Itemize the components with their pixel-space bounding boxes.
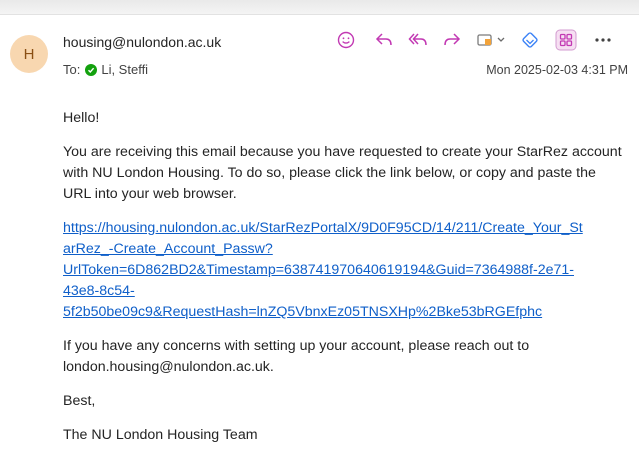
link-line[interactable]: https://housing.nulondon.ac.uk/StarRezPo… — [63, 220, 583, 236]
sender-address[interactable]: housing@nulondon.ac.uk — [63, 34, 221, 50]
link-line[interactable]: UrlToken=6D862BD2&Timestamp=638741970640… — [63, 262, 574, 278]
message-action-toolbar — [333, 28, 617, 52]
create-account-link[interactable]: https://housing.nulondon.ac.uk/StarRezPo… — [63, 218, 623, 323]
loop-icon[interactable] — [515, 28, 545, 52]
apps-icon[interactable] — [551, 28, 581, 52]
reply-all-icon[interactable] — [403, 28, 433, 52]
recipient-name[interactable]: Li, Steffi — [101, 62, 148, 77]
sender-avatar[interactable]: H — [10, 35, 48, 73]
link-line[interactable]: arRez_-Create_Account_Passw? — [63, 241, 273, 257]
body-paragraph-2: If you have any concerns with setting up… — [63, 338, 530, 375]
sent-datetime: Mon 2025-02-03 4:31 PM — [486, 63, 628, 77]
to-row: To: Li, Steffi — [63, 62, 148, 77]
link-line[interactable]: 43e8-8c54- — [63, 283, 135, 299]
smiley-icon[interactable] — [333, 28, 359, 52]
reply-icon[interactable] — [369, 28, 399, 52]
presence-available-icon — [85, 63, 98, 76]
body-paragraph-1: You are receiving this email because you… — [63, 144, 622, 202]
more-icon[interactable] — [589, 28, 617, 52]
signature: The NU London Housing Team — [63, 427, 258, 443]
window-top-bar — [0, 0, 639, 15]
message-body: Hello! You are receiving this email beca… — [63, 108, 623, 446]
signoff: Best, — [63, 393, 96, 409]
teams-share-icon[interactable] — [473, 28, 513, 52]
forward-icon[interactable] — [437, 28, 467, 52]
link-line[interactable]: 5f2b50be09c9&RequestHash=lnZQ5VbnxEz05TN… — [63, 304, 542, 320]
to-label: To: — [63, 62, 81, 77]
greeting: Hello! — [63, 110, 100, 126]
